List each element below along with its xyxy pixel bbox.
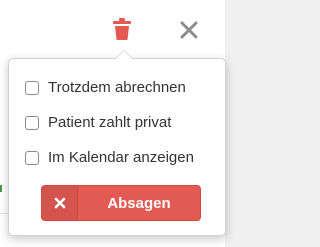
option-patient-pays-privately[interactable]: Patient zahlt privat <box>25 114 171 131</box>
option-show-in-calendar[interactable]: Im Kalendar anzeigen <box>25 149 194 166</box>
cancel-appointment-button[interactable]: Absagen <box>41 185 201 221</box>
close-icon <box>180 21 198 39</box>
option-label: Patient zahlt privat <box>48 114 172 131</box>
x-icon <box>42 186 78 220</box>
patient-pays-privately-checkbox[interactable] <box>25 115 39 130</box>
bill-anyway-checkbox[interactable] <box>25 80 39 95</box>
app-window: Trotzdem abrechnen Patient zahlt privat … <box>0 0 240 247</box>
option-bill-anyway[interactable]: Trotzdem abrechnen <box>25 79 186 96</box>
popover-arrow <box>115 50 133 59</box>
background-indicator <box>0 185 2 192</box>
cancel-appointment-label: Absagen <box>107 194 171 212</box>
delete-button[interactable] <box>106 12 138 46</box>
trash-icon <box>113 18 131 40</box>
option-label: Trotzdem abrechnen <box>48 79 186 96</box>
close-button[interactable] <box>172 14 206 46</box>
option-label: Im Kalendar anzeigen <box>48 149 194 166</box>
show-in-calendar-checkbox[interactable] <box>25 150 39 165</box>
cancel-options-popover: Trotzdem abrechnen Patient zahlt privat … <box>8 50 226 236</box>
